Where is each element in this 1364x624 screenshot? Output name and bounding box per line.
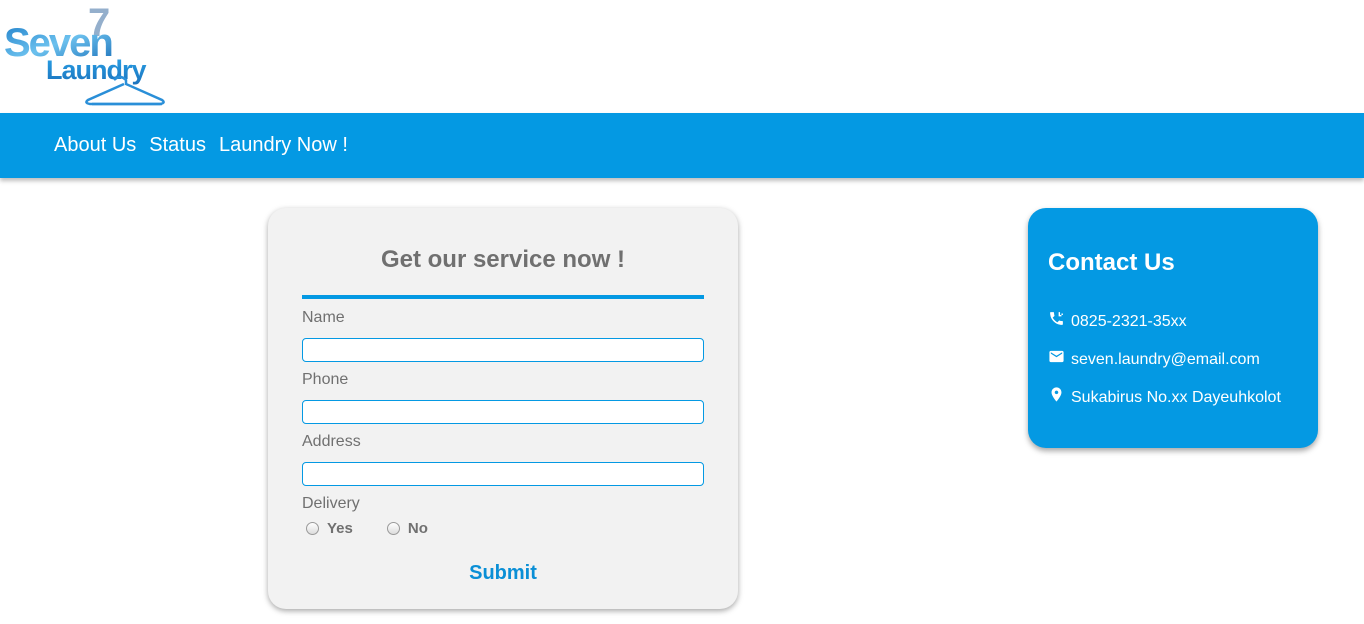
phone-icon: [1048, 310, 1065, 327]
logo[interactable]: 7 Seven Laundry: [4, 6, 182, 108]
address-label: Address: [302, 433, 361, 450]
delivery-label: Delivery: [302, 495, 360, 512]
contact-card: Contact Us 0825-2321-35xx seven.laundry@…: [1028, 208, 1318, 448]
contact-address: Sukabirus No.xx Dayeuhkolot: [1048, 386, 1281, 407]
contact-phone: 0825-2321-35xx: [1048, 310, 1187, 331]
submit-button[interactable]: Submit: [268, 562, 738, 585]
contact-email-text: seven.laundry@email.com: [1071, 351, 1260, 368]
nav-bar: About Us Status Laundry Now !: [0, 113, 1364, 178]
address-input[interactable]: [302, 462, 704, 486]
phone-input[interactable]: [302, 400, 704, 424]
form-title: Get our service now !: [380, 246, 626, 273]
contact-title: Contact Us: [1048, 249, 1175, 276]
service-form-card: Get our service now ! Name Phone Address…: [268, 208, 738, 609]
delivery-yes-label: Yes: [327, 520, 353, 537]
delivery-option-yes[interactable]: Yes: [306, 520, 353, 537]
location-pin-icon: [1048, 386, 1065, 403]
nav-item-laundry-now[interactable]: Laundry Now !: [219, 134, 348, 157]
phone-label: Phone: [302, 371, 349, 388]
contact-email: seven.laundry@email.com: [1048, 348, 1260, 369]
nav-item-status[interactable]: Status: [149, 134, 206, 157]
form-title-divider: [302, 295, 704, 299]
delivery-no-label: No: [407, 520, 428, 537]
delivery-option-no[interactable]: No: [386, 520, 428, 537]
logo-graphic: 7 Seven Laundry: [4, 6, 165, 106]
contact-address-text: Sukabirus No.xx Dayeuhkolot: [1071, 389, 1281, 406]
delivery-no-radio[interactable]: [386, 522, 400, 535]
name-input[interactable]: [302, 338, 704, 362]
delivery-yes-radio[interactable]: [306, 522, 319, 535]
nav-menu: About Us Status Laundry Now !: [54, 113, 348, 178]
nav-item-about-us[interactable]: About Us: [54, 134, 136, 157]
contact-phone-text: 0825-2321-35xx: [1071, 313, 1187, 330]
svg-text:Laundry: Laundry: [46, 55, 146, 85]
name-label: Name: [302, 309, 345, 326]
delivery-options: Yes No: [306, 520, 462, 537]
email-icon: [1048, 348, 1065, 365]
